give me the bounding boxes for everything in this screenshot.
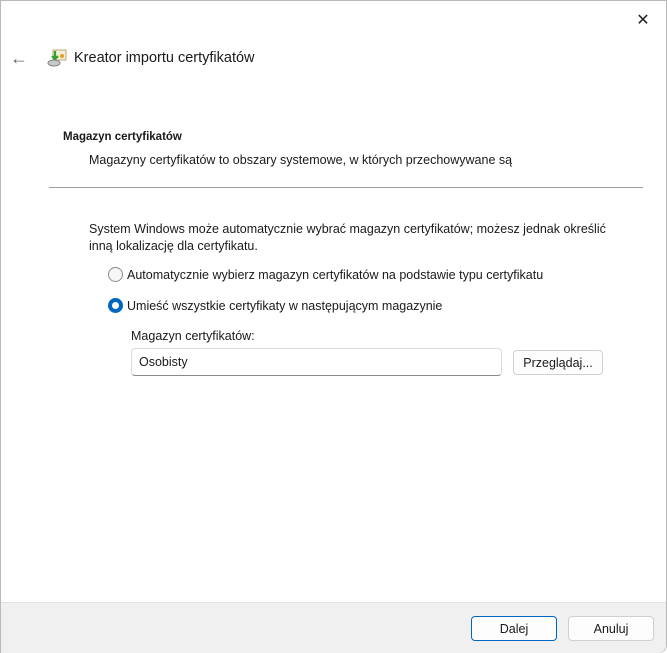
divider [49, 187, 643, 188]
next-label: Dalej [499, 621, 529, 636]
back-arrow-icon: ← [10, 48, 28, 68]
section-title: Magazyn certyfikatów [63, 131, 182, 143]
radio-selected-icon [108, 298, 123, 313]
store-input[interactable]: Osobisty [131, 348, 502, 376]
title-bar: ✕ [1, 1, 666, 39]
wizard-title: Kreator importu certyfikatów [74, 50, 255, 66]
certificate-import-wizard-window: ✕ ← Kreator importu certyfikatów Magazyn… [0, 0, 667, 653]
cancel-button[interactable]: Anuluj [568, 616, 654, 641]
browse-button[interactable]: Przeglądaj... [513, 350, 603, 375]
radio-automatic-store[interactable]: Automatycznie wybierz magazyn certyfikat… [108, 267, 543, 282]
back-button[interactable]: ← [10, 48, 28, 69]
radio-place-in-store[interactable]: Umieść wszystkie certyfikaty w następują… [108, 298, 442, 313]
close-icon: ✕ [636, 12, 650, 29]
radio-label: Automatycznie wybierz magazyn certyfikat… [127, 267, 544, 282]
certificate-wizard-icon [47, 49, 67, 67]
cancel-label: Anuluj [593, 621, 629, 636]
next-button[interactable]: Dalej [471, 616, 557, 641]
store-label: Magazyn certyfikatów: [131, 329, 255, 343]
radio-label: Umieść wszystkie certyfikaty w następują… [127, 298, 443, 313]
radio-unselected-icon [108, 267, 123, 282]
browse-label: Przeglądaj... [523, 355, 593, 370]
footer: Dalej Anuluj [1, 602, 666, 653]
section-description: Magazyny certyfikatów to obszary systemo… [89, 153, 513, 167]
intro-text: System Windows może automatycznie wybrać… [89, 222, 606, 253]
close-button[interactable]: ✕ [620, 1, 666, 39]
store-value: Osobisty [139, 355, 188, 369]
